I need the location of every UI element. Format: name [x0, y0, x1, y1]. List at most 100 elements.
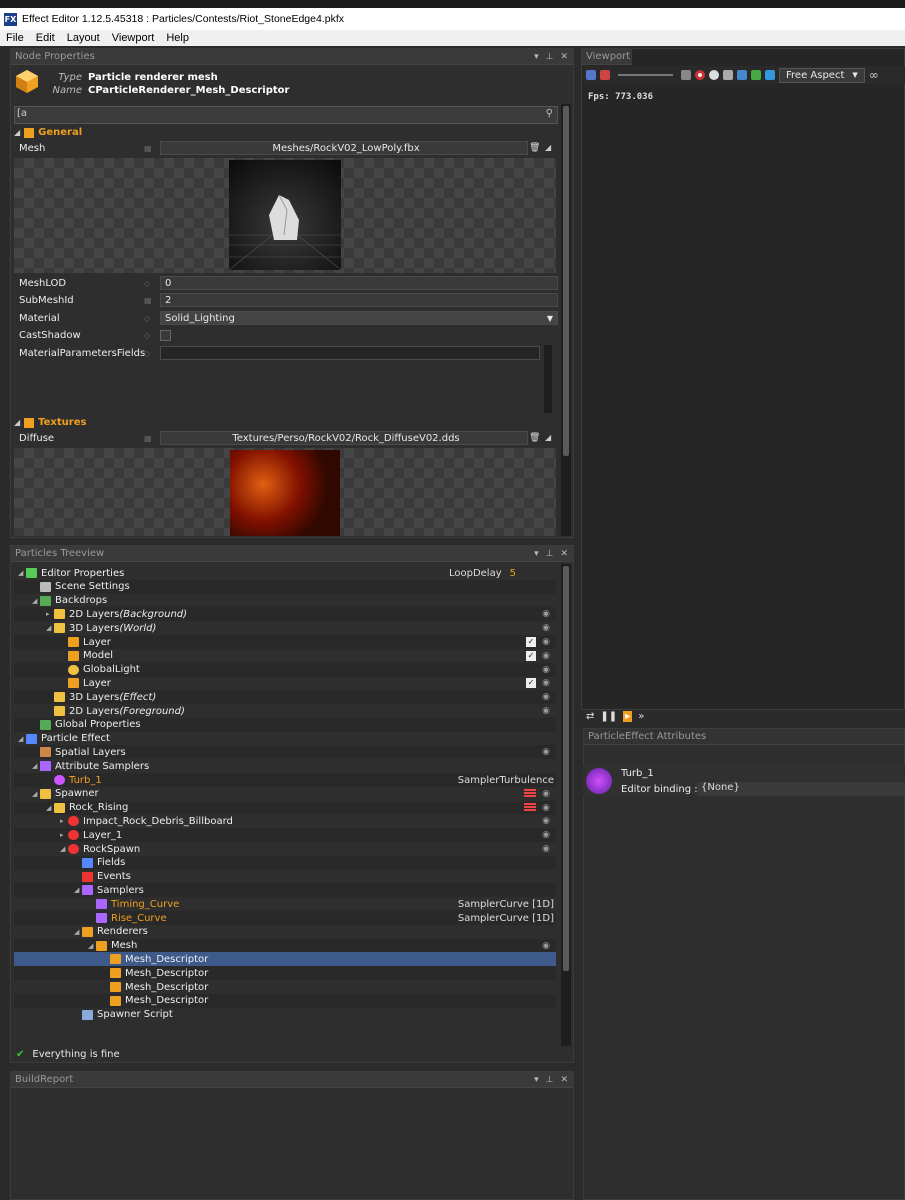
tree-item[interactable]: ◢ Attribute Samplers — [14, 759, 556, 773]
grid-icon[interactable] — [737, 70, 747, 80]
record-off-icon[interactable] — [600, 70, 610, 80]
tree-item[interactable]: ◢ Mesh ◉ — [14, 938, 556, 953]
record-icon[interactable] — [695, 70, 705, 80]
pin-icon[interactable]: ⊥ — [546, 52, 554, 62]
property-search-input[interactable]: [a ⚲ — [14, 106, 558, 124]
expand-arrow-icon[interactable]: ◢ — [74, 886, 82, 894]
expand-arrow-icon[interactable]: ▸ — [46, 610, 54, 618]
tree-item[interactable]: Global Properties — [14, 717, 556, 732]
trash-icon[interactable]: 🗑 — [529, 433, 540, 443]
play-icon[interactable]: ▸ — [623, 710, 633, 722]
tree-item[interactable]: Events — [14, 870, 556, 884]
fast-forward-icon[interactable]: » — [638, 711, 644, 722]
tree-item[interactable]: Scene Settings — [14, 579, 556, 594]
expand-arrow-icon[interactable]: ◢ — [18, 569, 26, 577]
menu-viewport[interactable]: Viewport — [106, 32, 161, 44]
tree-item[interactable]: Fields — [14, 855, 556, 870]
bug-icon[interactable] — [751, 70, 761, 80]
tree-item[interactable]: Mesh_Descriptor — [14, 980, 556, 994]
tree-item[interactable]: ◢ Backdrops — [14, 594, 556, 608]
menu-file[interactable]: File — [0, 32, 30, 44]
tree-item[interactable]: 3D Layers (Effect) ◉ — [14, 690, 556, 705]
tree-item[interactable]: ◢ Rock_Rising ◉ — [14, 800, 556, 815]
target-icon[interactable] — [709, 70, 719, 80]
collapse-icon[interactable]: ◢ — [545, 143, 551, 152]
visibility-icon[interactable]: ◉ — [542, 747, 550, 757]
tree-item[interactable]: Rise_Curve SamplerCurve [1D] — [14, 911, 556, 925]
trash-icon[interactable]: 🗑 — [529, 143, 540, 153]
tree-item[interactable]: ◢ Samplers — [14, 883, 556, 898]
aspect-select[interactable]: Free Aspect ▼ — [779, 67, 865, 83]
tree-item[interactable]: ◢ 3D Layers (World) ◉ — [14, 621, 556, 635]
visibility-icon[interactable]: ◉ — [542, 609, 550, 619]
pin-icon[interactable]: ⊥ — [546, 1075, 554, 1085]
visibility-icon[interactable]: ◉ — [542, 651, 550, 661]
visibility-icon[interactable]: ◉ — [542, 941, 550, 951]
tree-item[interactable]: 2D Layers (Foreground) ◉ — [14, 704, 556, 718]
visibility-icon[interactable]: ◉ — [542, 692, 550, 702]
tree-item[interactable]: ◢ RockSpawn ◉ — [14, 842, 556, 856]
tree-item[interactable]: ◢ Spawner ◉ — [14, 787, 556, 801]
expand-arrow-icon[interactable]: ◢ — [32, 597, 40, 605]
layer-checkbox[interactable]: ✓ — [526, 650, 536, 661]
meshlod-field[interactable]: 0 — [160, 276, 558, 290]
tree-item[interactable]: ▸ 2D Layers (Background) ◉ — [14, 607, 556, 622]
visibility-icon[interactable]: ◉ — [542, 844, 550, 854]
expand-arrow-icon[interactable]: ◢ — [60, 845, 68, 853]
dropdown-icon[interactable]: ▾ — [534, 52, 539, 62]
save-icon[interactable] — [586, 70, 596, 80]
tree-item[interactable]: Spatial Layers ◉ — [14, 745, 556, 760]
tree-item[interactable]: Layer ◉ ✓ — [14, 635, 556, 649]
tree-item[interactable]: Model ◉ ✓ — [14, 649, 556, 663]
dropdown-icon[interactable]: ▾ — [534, 549, 539, 559]
material-select[interactable]: Solid_Lighting ▼ — [160, 311, 558, 325]
tree-item[interactable]: Layer ◉ ✓ — [14, 676, 556, 690]
expand-arrow-icon[interactable]: ▸ — [60, 831, 68, 839]
expand-arrow-icon[interactable]: ◢ — [18, 735, 26, 743]
general-section-header[interactable]: ◢ General — [14, 126, 82, 139]
pause-icon[interactable]: ❚❚ — [600, 711, 617, 722]
submeshid-field[interactable]: 2 — [160, 293, 558, 307]
tree-item[interactable]: ▸ Impact_Rock_Debris_Billboard ◉ — [14, 814, 556, 828]
cube-view-icon[interactable] — [765, 70, 775, 80]
loop-icon[interactable]: ⇄ — [586, 711, 594, 722]
tree-item[interactable]: ◢ Editor Properties LoopDelay 5 — [14, 566, 556, 580]
tree-item[interactable]: GlobalLight ◉ — [14, 662, 556, 677]
close-icon[interactable]: ✕ — [560, 52, 568, 62]
tree-item[interactable]: Timing_Curve SamplerCurve [1D] — [14, 897, 556, 911]
visibility-icon[interactable]: ◉ — [542, 803, 550, 813]
visibility-icon[interactable]: ◉ — [542, 665, 550, 675]
expand-arrow-icon[interactable]: ◢ — [88, 942, 96, 950]
screenshot-icon[interactable] — [723, 70, 733, 80]
tree-item[interactable]: ▸ Layer_1 ◉ — [14, 828, 556, 843]
expand-arrow-icon[interactable]: ◢ — [32, 762, 40, 770]
visibility-icon[interactable]: ◉ — [542, 789, 550, 799]
visibility-icon[interactable]: ◉ — [542, 816, 550, 826]
treeview-scrollbar[interactable] — [561, 564, 571, 1046]
menu-edit[interactable]: Edit — [30, 32, 61, 44]
matparams-scroll[interactable] — [544, 345, 552, 413]
close-icon[interactable]: ✕ — [560, 1075, 568, 1085]
layer-checkbox[interactable]: ✓ — [526, 637, 536, 647]
visibility-icon[interactable]: ◉ — [542, 706, 550, 716]
tree-item[interactable]: Turb_1 SamplerTurbulence — [14, 773, 556, 787]
collapse-icon[interactable]: ◢ — [545, 433, 551, 442]
matparams-field[interactable] — [160, 346, 540, 360]
expand-arrow-icon[interactable]: ◢ — [46, 804, 54, 812]
pin-icon[interactable]: ⊥ — [546, 549, 554, 559]
search-icon[interactable]: ⚲ — [546, 108, 553, 119]
tree-item[interactable]: ◢ Renderers — [14, 925, 556, 939]
camera-icon[interactable] — [681, 70, 691, 80]
visibility-icon[interactable]: ◉ — [542, 830, 550, 840]
node-properties-scrollbar[interactable] — [561, 104, 571, 536]
visibility-icon[interactable]: ◉ — [542, 623, 550, 633]
visibility-icon[interactable]: ◉ — [542, 637, 550, 647]
expand-arrow-icon[interactable]: ◢ — [46, 624, 54, 632]
binding-value[interactable]: {None} — [697, 782, 905, 796]
menu-layout[interactable]: Layout — [61, 32, 106, 44]
diffuse-path-field[interactable]: Textures/Perso/RockV02/Rock_DiffuseV02.d… — [160, 431, 528, 445]
textures-section-header[interactable]: ◢ Textures — [14, 416, 86, 429]
expand-arrow-icon[interactable]: ◢ — [32, 790, 40, 798]
tree-item[interactable]: Mesh_Descriptor — [14, 993, 556, 1008]
close-icon[interactable]: ✕ — [560, 549, 568, 559]
